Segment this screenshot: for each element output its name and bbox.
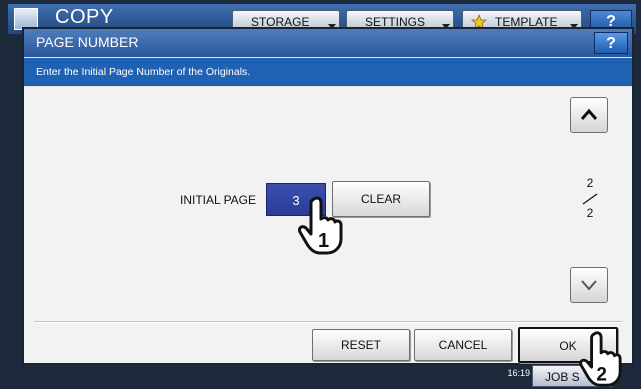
step-1-number: 1	[318, 230, 329, 252]
dialog-title-bar: PAGE NUMBER ?	[24, 29, 632, 57]
dialog-message: Enter the Initial Page Number of the Ori…	[36, 66, 251, 78]
chevron-up-icon	[580, 108, 598, 120]
cancel-button[interactable]: CANCEL	[414, 329, 512, 361]
dialog-message-bar: Enter the Initial Page Number of the Ori…	[24, 58, 632, 86]
page-divider-line	[582, 193, 598, 205]
step-2-number: 2	[596, 364, 607, 385]
button-divider	[34, 321, 622, 323]
page-current: 2	[586, 176, 594, 190]
hand-pointer-icon: 2	[579, 331, 622, 387]
dialog-title: PAGE NUMBER	[36, 34, 139, 50]
initial-page-label: INITIAL PAGE	[180, 193, 257, 207]
chevron-down-icon	[581, 280, 597, 291]
scroll-down-button[interactable]	[570, 267, 608, 303]
reset-button[interactable]: RESET	[312, 329, 410, 361]
scroll-up-button[interactable]	[570, 97, 608, 133]
page-total: 2	[586, 206, 594, 220]
page-indicator: 2 2	[572, 176, 608, 226]
hand-pointer-icon: 1	[298, 196, 343, 255]
dialog-help-button[interactable]: ?	[594, 32, 628, 54]
app-title: COPY	[55, 6, 114, 28]
status-time: 16:19	[507, 368, 530, 378]
